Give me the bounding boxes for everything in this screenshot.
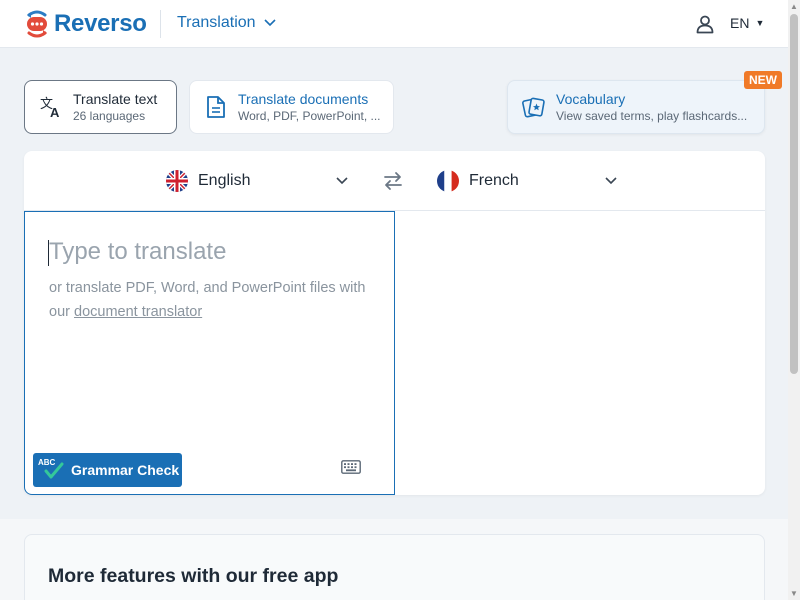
- flashcards-icon: [522, 95, 546, 119]
- svg-text:A: A: [50, 105, 60, 119]
- header-divider: [160, 10, 161, 38]
- translation-menu-label: Translation: [177, 14, 256, 31]
- translate-documents-subtitle: Word, PDF, PowerPoint, ...: [238, 109, 381, 123]
- ui-language-label: EN: [730, 15, 750, 31]
- translate-icon: 文 A: [39, 95, 63, 119]
- chevron-down-icon: [605, 177, 617, 185]
- document-hint: or translate PDF, Word, and PowerPoint f…: [49, 276, 379, 324]
- chevron-down-icon: [336, 177, 348, 185]
- language-bar: English French: [24, 151, 765, 211]
- chevron-down-icon: [263, 19, 276, 27]
- brand-name: Reverso: [54, 10, 147, 37]
- translate-text-subtitle: 26 languages: [73, 109, 146, 123]
- document-translator-link[interactable]: document translator: [74, 304, 202, 320]
- source-language-name: English: [198, 172, 251, 189]
- user-account-icon[interactable]: [695, 14, 715, 34]
- translation-menu[interactable]: Translation: [177, 14, 276, 32]
- scroll-down-arrow-icon[interactable]: ▼: [790, 589, 798, 598]
- grammar-check-label: Grammar Check: [71, 462, 180, 478]
- translator-panel: English French Type to translate or tran…: [24, 151, 765, 495]
- translate-text-tab[interactable]: 文 A Translate text 26 languages: [24, 80, 177, 134]
- source-text-area[interactable]: Type to translate or translate PDF, Word…: [24, 211, 395, 495]
- features-heading: More features with our free app: [48, 565, 339, 587]
- top-header: Reverso Translation EN ▼: [0, 0, 800, 48]
- translate-documents-tab[interactable]: Translate documents Word, PDF, PowerPoin…: [189, 80, 394, 134]
- vocabulary-labels: Vocabulary View saved terms, play flashc…: [556, 90, 752, 124]
- reverso-logo[interactable]: Reverso: [24, 9, 147, 39]
- grammar-check-icon: ABC: [37, 456, 69, 484]
- translate-text-title: Translate text: [73, 91, 158, 107]
- target-language-selector[interactable]: French: [437, 170, 617, 192]
- translation-output-area: [395, 211, 765, 495]
- uk-flag-icon: [166, 170, 188, 192]
- translate-documents-labels: Translate documents Word, PDF, PowerPoin…: [238, 90, 384, 124]
- reverso-logo-icon: [27, 10, 47, 38]
- scroll-up-arrow-icon[interactable]: ▲: [790, 2, 798, 11]
- vocabulary-tab[interactable]: Vocabulary View saved terms, play flashc…: [507, 80, 765, 134]
- page-scrollbar[interactable]: ▲ ▼: [788, 0, 800, 600]
- grammar-abc-text: ABC: [38, 458, 56, 467]
- translate-documents-title: Translate documents: [238, 91, 369, 107]
- new-badge: NEW: [744, 71, 782, 89]
- caret-down-icon: ▼: [755, 18, 765, 28]
- source-language-selector[interactable]: English: [166, 170, 348, 192]
- document-icon: [204, 95, 228, 119]
- grammar-check-button[interactable]: ABC Grammar Check: [33, 453, 182, 487]
- features-card: More features with our free app: [24, 534, 765, 600]
- source-placeholder: Type to translate: [49, 238, 227, 265]
- scrollbar-thumb[interactable]: [790, 14, 798, 374]
- virtual-keyboard-icon[interactable]: [341, 460, 361, 474]
- vocabulary-title: Vocabulary: [556, 91, 626, 107]
- translate-text-labels: Translate text 26 languages: [73, 90, 157, 124]
- france-flag-icon: [437, 170, 459, 192]
- vocabulary-subtitle: View saved terms, play flashcards...: [556, 109, 748, 123]
- swap-languages-icon[interactable]: [382, 170, 404, 192]
- target-language-name: French: [469, 172, 519, 189]
- ui-language-selector[interactable]: EN ▼: [730, 15, 764, 31]
